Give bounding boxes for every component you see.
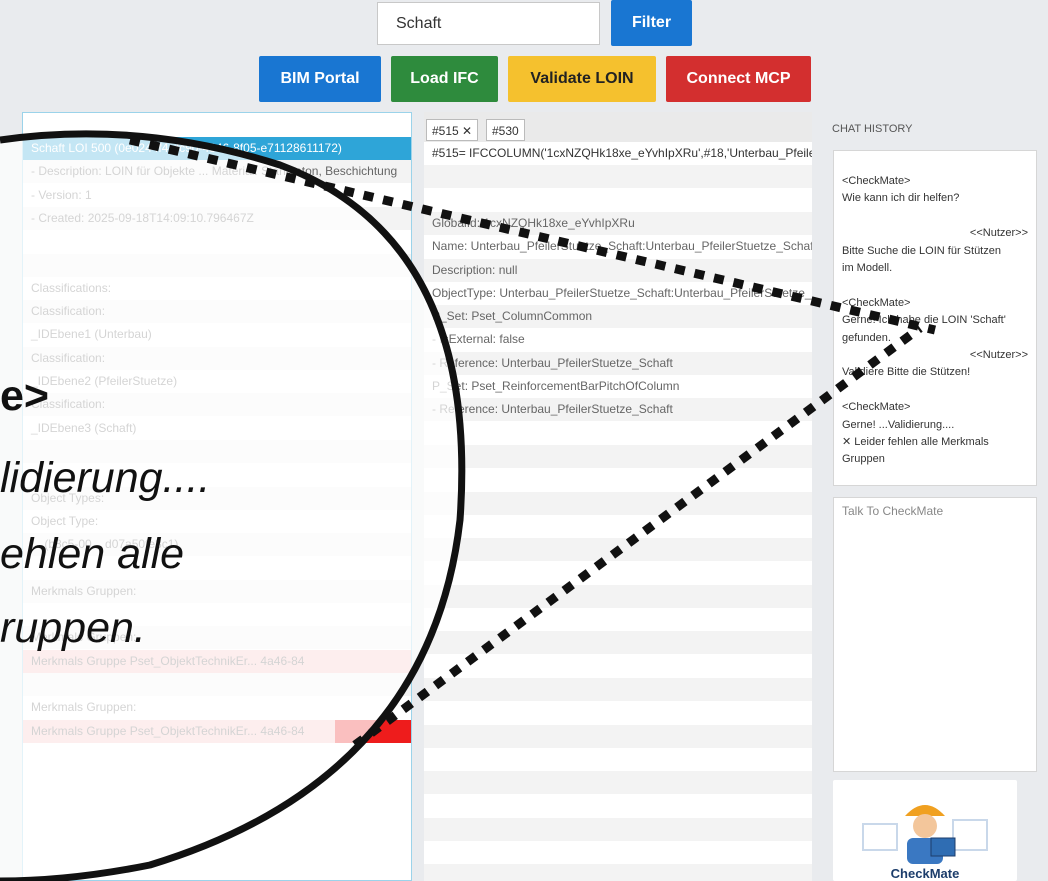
ifc-row bbox=[424, 515, 812, 538]
ifc-row bbox=[424, 794, 812, 817]
ifc-row bbox=[424, 422, 812, 445]
chat-message: ✕ Leider fehlen alle Merkmals bbox=[842, 436, 989, 448]
checkmate-mascot-icon bbox=[862, 805, 988, 864]
load-ifc-button[interactable]: Load IFC bbox=[391, 56, 498, 102]
ifc-row: - Reference: Unterbau_PfeilerStuetze_Sch… bbox=[424, 351, 812, 375]
tree-row[interactable]: Schaft LOI 500 (0e0244f4-dc90-4346-8f05-… bbox=[23, 137, 411, 160]
ifc-tab-bar: #515 ✕ #530 bbox=[424, 112, 812, 142]
ifc-row bbox=[424, 841, 812, 864]
tree-row[interactable]: Classification: bbox=[23, 300, 411, 324]
ifc-row bbox=[424, 631, 812, 655]
ifc-row bbox=[424, 724, 812, 748]
tree-row[interactable] bbox=[23, 253, 411, 277]
tab-515[interactable]: #515 ✕ bbox=[426, 119, 479, 141]
chat-message: Validiere Bitte die Stützen! bbox=[842, 366, 971, 379]
chat-message: <CheckMate> bbox=[842, 296, 911, 309]
tree-row[interactable]: - Version: 1 bbox=[23, 184, 411, 207]
ifc-row: GlobalId: 1cxNZQHk18xe_eYvhIpXRu bbox=[424, 211, 812, 235]
chat-message: gefunden. bbox=[842, 331, 891, 344]
ifc-row bbox=[424, 864, 812, 881]
ifc-row bbox=[424, 561, 812, 584]
tree-row[interactable]: Merkmals Gruppe Pset_ObjektTechnikEr... … bbox=[23, 649, 411, 673]
ifc-row bbox=[424, 444, 812, 468]
tree-row[interactable]: Merkmals Gruppen: bbox=[23, 626, 411, 650]
ifc-row: #515= IFCCOLUMN('1cxNZQHk18xe_eYvhIpXRu'… bbox=[432, 146, 812, 160]
ifc-row: P_Set: Pset_ReinforcementBarPitchOfColum… bbox=[432, 379, 680, 393]
chat-message: Gruppen bbox=[842, 453, 885, 466]
tree-row[interactable]: Object Type: bbox=[23, 510, 411, 533]
tree-row[interactable]: _IDEbene3 (Schaft) bbox=[23, 417, 411, 440]
tree-row[interactable]: Merkmals Gruppen: bbox=[23, 579, 411, 603]
ifc-row bbox=[424, 189, 812, 212]
tree-row[interactable] bbox=[23, 556, 411, 579]
chat-history-box[interactable]: <CheckMate> Wie kann ich dir helfen? <<Nut… bbox=[833, 150, 1037, 486]
chat-message: Gerne! Ich habe die LOIN 'Schaft' bbox=[842, 314, 1006, 327]
tree-row[interactable]: _IDEbene2 (PfeilerStuetze) bbox=[23, 370, 411, 393]
tree-row[interactable]: Classifications: bbox=[23, 277, 411, 300]
tree-row[interactable]: Classification: bbox=[23, 346, 411, 370]
tree-row[interactable]: _IDEbene1 (Unterbau) bbox=[23, 323, 411, 346]
ifc-row bbox=[424, 817, 812, 841]
ifc-row bbox=[424, 584, 812, 608]
tree-row[interactable]: ... (b8c5-00... d07a50fe3c1) bbox=[23, 533, 411, 557]
ifc-row bbox=[424, 748, 812, 771]
tree-row[interactable] bbox=[23, 439, 411, 463]
chat-message: im Modell. bbox=[842, 262, 893, 274]
ifc-detail-panel: #515 ✕ #530 #515= IFCCOLUMN('1cxNZQHk18x… bbox=[424, 112, 812, 881]
ifc-row bbox=[424, 165, 812, 189]
tree-row[interactable]: Object Types: bbox=[23, 486, 411, 510]
ifc-row bbox=[424, 701, 812, 724]
chat-history-title: CHAT HISTORY bbox=[832, 123, 913, 135]
ifc-row: P_Set: Pset_ColumnCommon bbox=[424, 305, 812, 329]
ifc-row bbox=[424, 608, 812, 631]
ifc-row: ObjectType: Unterbau_PfeilerStuetze_Scha… bbox=[432, 285, 812, 300]
ifc-row: - IsExternal: false bbox=[432, 332, 525, 347]
connect-mcp-button[interactable]: Connect MCP bbox=[666, 56, 811, 102]
chat-message: <CheckMate> bbox=[842, 401, 911, 414]
chat-message: <CheckMate> bbox=[842, 175, 911, 187]
ifc-row bbox=[424, 468, 812, 491]
chat-message: Wie kann ich dir helfen? bbox=[842, 192, 960, 205]
ifc-row: - Reference: Unterbau_PfeilerStuetze_Sch… bbox=[424, 398, 812, 422]
ifc-row bbox=[424, 538, 812, 562]
tree-row[interactable]: Merkmals Gruppen: bbox=[23, 696, 411, 719]
tab-530[interactable]: #530 bbox=[486, 119, 525, 141]
tree-row[interactable]: Merkmals Gruppe Pset_ObjektTechnikEr... … bbox=[23, 719, 411, 743]
loin-tree-panel: Schaft LOI 500 (0e0244f4-dc90-4346-8f05-… bbox=[22, 112, 412, 881]
filter-button[interactable]: Filter bbox=[611, 0, 692, 46]
checkmate-logo: CheckMate bbox=[833, 780, 1017, 881]
ifc-row bbox=[424, 771, 812, 795]
ifc-row bbox=[424, 491, 812, 515]
tree-row[interactable]: Classification: bbox=[23, 393, 411, 417]
tree-row[interactable]: - Description: LOIN für Objekte ... Mate… bbox=[23, 160, 411, 184]
filter-input[interactable]: Schaft bbox=[377, 2, 600, 45]
tree-row[interactable] bbox=[23, 672, 411, 696]
validate-loin-button[interactable]: Validate LOIN bbox=[508, 56, 656, 102]
tree-row[interactable]: - Created: 2025-09-18T14:09:10.796467Z bbox=[23, 206, 411, 230]
bim-portal-button[interactable]: BIM Portal bbox=[259, 56, 381, 102]
ifc-row: Description: null bbox=[424, 258, 812, 282]
ifc-row bbox=[424, 655, 812, 678]
tree-row[interactable] bbox=[23, 603, 411, 626]
chat-input[interactable]: Talk To CheckMate bbox=[833, 497, 1037, 772]
checkmate-logo-text: CheckMate bbox=[890, 866, 960, 881]
ifc-row: Name: Unterbau_PfeilerStuetze_Schaft:Unt… bbox=[432, 239, 812, 254]
ifc-row bbox=[424, 677, 812, 701]
chat-message: Gerne! ...Validierung.... bbox=[842, 418, 955, 431]
tree-row[interactable] bbox=[23, 463, 411, 486]
chat-message: <<Nutzer>> bbox=[969, 227, 1028, 240]
tree-row[interactable] bbox=[23, 230, 411, 253]
chat-message: <<Nutzer>> bbox=[969, 349, 1028, 361]
chat-message: Bitte Suche die LOIN für Stützen bbox=[842, 244, 1001, 257]
